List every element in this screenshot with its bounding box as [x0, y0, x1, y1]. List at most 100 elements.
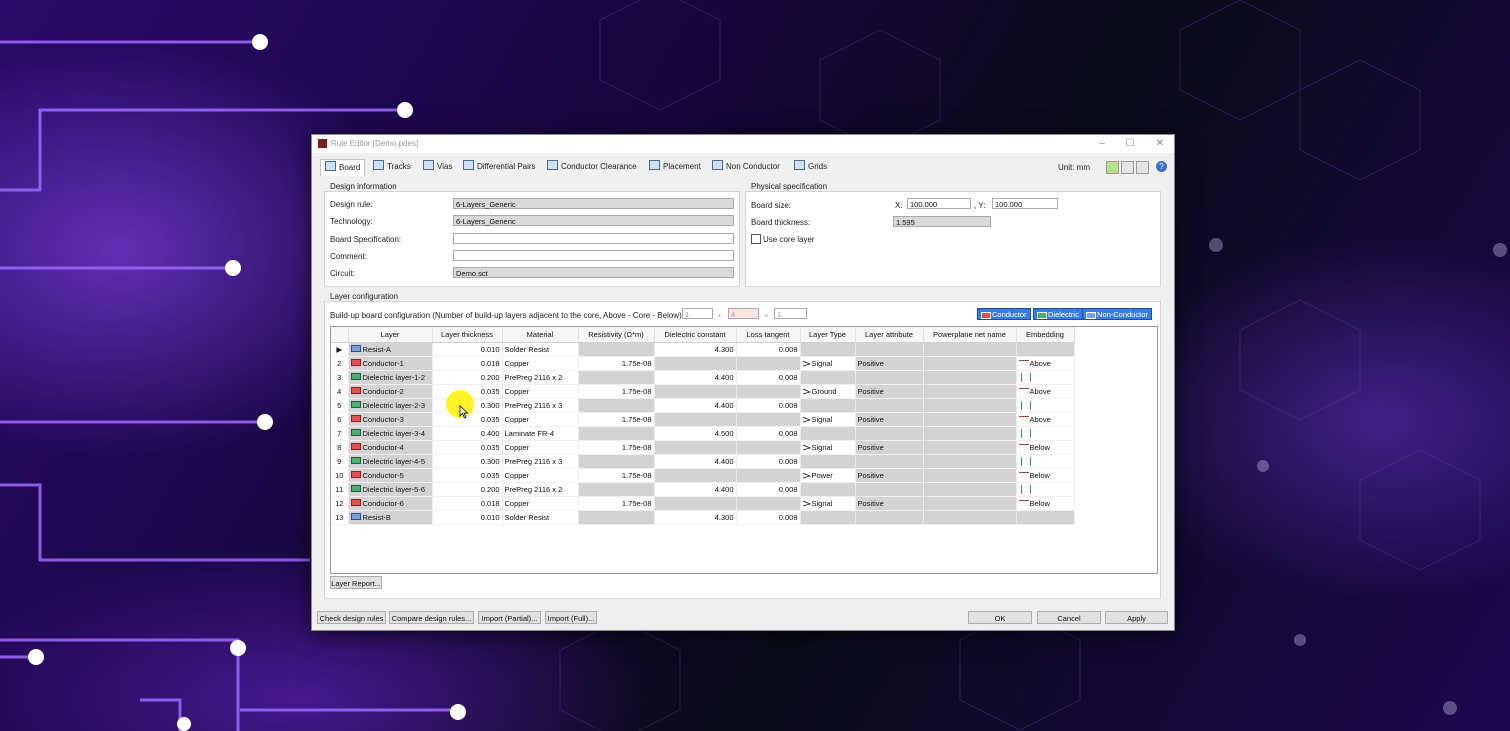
row-index[interactable]: ▶ [331, 342, 349, 357]
cell-embedding[interactable]: Below [1016, 440, 1075, 455]
check-design-rules-button[interactable]: Check design rules [317, 611, 386, 624]
cell-powerplane-net[interactable] [923, 398, 1017, 413]
cell-material[interactable]: PrePreg 2116 x 2 [502, 370, 579, 385]
minimize-icon[interactable]: – [1094, 138, 1110, 150]
cell-powerplane-net[interactable] [923, 496, 1017, 511]
conductor-legend-button[interactable]: Conductor [977, 308, 1031, 320]
cell-powerplane-net[interactable] [923, 482, 1017, 497]
redo-icon[interactable] [1136, 161, 1149, 174]
compare-design-rules-button[interactable]: Compare design rules... [389, 611, 474, 624]
cell-layer[interactable]: Dielectric layer-1-2 [348, 370, 433, 385]
tab-board[interactable]: Board [320, 159, 366, 176]
col-header-index[interactable] [331, 327, 349, 343]
cell-layer-attribute[interactable]: Positive [855, 356, 924, 371]
col-header-dielectric-constant[interactable]: Dielectric constant [654, 327, 737, 343]
cell-loss-tangent[interactable] [736, 384, 801, 399]
cell-loss-tangent[interactable]: 0.008 [736, 426, 801, 441]
col-header-powerplane-net[interactable]: Powerplane net name [923, 327, 1017, 343]
cell-dielectric-constant[interactable] [654, 496, 737, 511]
cell-loss-tangent[interactable]: 0.008 [736, 342, 801, 357]
row-index[interactable]: 2 [331, 356, 349, 371]
board-specification-field[interactable] [453, 233, 734, 244]
col-header-loss-tangent[interactable]: Loss tangent [736, 327, 801, 343]
col-header-thickness[interactable]: Layer thickness [432, 327, 503, 343]
cell-loss-tangent[interactable] [736, 440, 801, 455]
cell-powerplane-net[interactable] [923, 440, 1017, 455]
cell-resistivity[interactable] [578, 482, 655, 497]
col-header-layer[interactable]: Layer [348, 327, 433, 343]
tab-grids[interactable]: Grids [794, 159, 827, 175]
maximize-icon[interactable]: ☐ [1122, 138, 1138, 150]
tab-placement[interactable]: Placement [649, 159, 701, 175]
cell-resistivity[interactable]: 1.75e-08 [578, 412, 655, 427]
cell-layer[interactable]: Resist-B [348, 510, 433, 525]
table-row[interactable]: 9 Dielectric layer-4-5 0.300 PrePreg 2116 x… [331, 454, 1154, 469]
row-index[interactable]: 7 [331, 426, 349, 441]
cell-loss-tangent[interactable]: 0.008 [736, 398, 801, 413]
tab-conductor-clearance[interactable]: Conductor Clearance [547, 159, 637, 175]
cell-layer-attribute[interactable]: Positive [855, 384, 924, 399]
cell-layer-type[interactable]: Ground [800, 384, 856, 399]
cell-layer[interactable]: Conductor-2 [348, 384, 433, 399]
cell-powerplane-net[interactable] [923, 356, 1017, 371]
dielectric-legend-button[interactable]: Dielectric [1033, 308, 1083, 320]
cell-embedding[interactable]: Below [1016, 468, 1075, 483]
cell-loss-tangent[interactable] [736, 356, 801, 371]
cell-material[interactable]: Copper [502, 356, 579, 371]
cell-thickness[interactable]: 0.010 [432, 510, 503, 525]
cell-layer-attribute[interactable]: Positive [855, 468, 924, 483]
cell-layer[interactable]: Conductor-4 [348, 440, 433, 455]
cell-dielectric-constant[interactable] [654, 384, 737, 399]
cell-dielectric-constant[interactable]: 4.400 [654, 370, 737, 385]
buildup-above-field[interactable]: 1 [682, 308, 713, 319]
cancel-button[interactable]: Cancel [1037, 611, 1101, 624]
import-partial-button[interactable]: Import (Partial)... [478, 611, 541, 624]
col-header-layer-attribute[interactable]: Layer attribute [855, 327, 924, 343]
cell-powerplane-net[interactable] [923, 468, 1017, 483]
help-icon[interactable]: ? [1156, 161, 1167, 172]
cell-layer-type[interactable] [800, 342, 856, 357]
cell-layer[interactable]: Resist-A [348, 342, 433, 357]
cell-dielectric-constant[interactable]: 4.300 [654, 342, 737, 357]
col-header-resistivity[interactable]: Resistivity (Ω*m) [578, 327, 655, 343]
cell-resistivity[interactable]: 1.75e-08 [578, 384, 655, 399]
table-row[interactable]: ▶ Resist-A 0.010 Solder Resist 4.300 0.008 [331, 342, 1154, 357]
cell-resistivity[interactable]: 1.75e-08 [578, 356, 655, 371]
table-row[interactable]: 2 Conductor-1 0.018 Copper 1.75e-08 Signal Pos… [331, 356, 1154, 371]
undo-icon[interactable] [1121, 161, 1134, 174]
cell-layer-attribute[interactable] [855, 370, 924, 385]
cell-dielectric-constant[interactable]: 4.300 [654, 510, 737, 525]
cell-dielectric-constant[interactable]: 4.400 [654, 482, 737, 497]
cell-layer-attribute[interactable] [855, 454, 924, 469]
cell-layer-type[interactable] [800, 482, 856, 497]
row-index[interactable]: 4 [331, 384, 349, 399]
row-index[interactable]: 9 [331, 454, 349, 469]
cell-embedding[interactable] [1016, 454, 1075, 469]
cell-layer-type[interactable] [800, 398, 856, 413]
board-size-x-field[interactable]: 100.000 [907, 198, 971, 209]
cell-layer[interactable]: Dielectric layer-4-5 [348, 454, 433, 469]
layer-report-button[interactable]: Layer Report... [330, 576, 382, 589]
cell-resistivity[interactable]: 1.75e-08 [578, 440, 655, 455]
close-icon[interactable]: ✕ [1152, 138, 1168, 150]
non-conductor-legend-button[interactable]: Non-Conductor [1082, 308, 1152, 320]
row-index[interactable]: 12 [331, 496, 349, 511]
cell-material[interactable]: Copper [502, 440, 579, 455]
table-row[interactable]: 11 Dielectric layer-5-6 0.200 PrePreg 2116 … [331, 482, 1154, 497]
cell-thickness[interactable]: 0.018 [432, 496, 503, 511]
cell-loss-tangent[interactable]: 0.008 [736, 454, 801, 469]
cell-embedding[interactable] [1016, 426, 1075, 441]
tab-vias[interactable]: Vias [423, 159, 452, 175]
row-index[interactable]: 3 [331, 370, 349, 385]
tab-differential-pairs[interactable]: Differential Pairs [463, 159, 536, 175]
cell-powerplane-net[interactable] [923, 412, 1017, 427]
cell-material[interactable]: Solder Resist [502, 510, 579, 525]
cell-layer-type[interactable]: Signal [800, 356, 856, 371]
cell-embedding[interactable] [1016, 342, 1075, 357]
cell-resistivity[interactable]: 1.75e-08 [578, 468, 655, 483]
cell-resistivity[interactable] [578, 398, 655, 413]
layer-stack-grid[interactable]: Layer Layer thickness Material Resistivi… [330, 326, 1158, 574]
table-row[interactable]: 7 Dielectric layer-3-4 0.400 Laminate FR-4 4… [331, 426, 1154, 441]
table-row[interactable]: 10 Conductor-5 0.035 Copper 1.75e-08 Power Pos… [331, 468, 1154, 483]
cell-dielectric-constant[interactable] [654, 412, 737, 427]
